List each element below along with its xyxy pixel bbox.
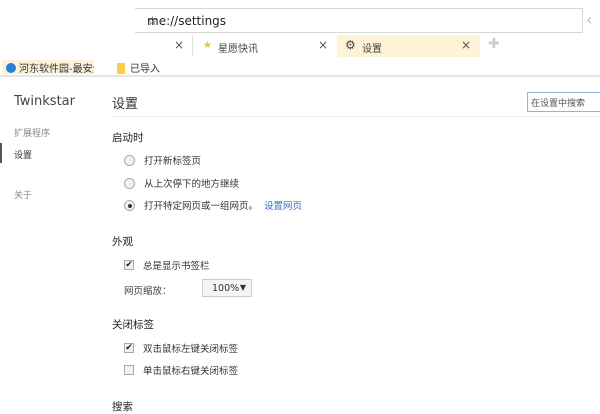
radio-button[interactable]: [124, 199, 135, 211]
gear-icon: ⚙: [345, 38, 356, 52]
option-label: 打开新标签页: [144, 156, 202, 167]
option-label: 从上次停下的地方继续: [144, 179, 240, 190]
page-title: 设置: [112, 97, 139, 112]
close-icon[interactable]: ×: [461, 38, 471, 52]
radio-button[interactable]: [124, 154, 135, 166]
tab-label: 星愿快讯: [218, 44, 258, 55]
settings-search-input[interactable]: 在设置中搜索: [527, 92, 600, 112]
star-icon: ★: [203, 40, 212, 51]
checkbox-double-click-close[interactable]: ✔ 双击鼠标左键关闭标签: [124, 341, 238, 355]
section-startup: 启动时: [112, 132, 144, 144]
checkbox-right-click-close[interactable]: 单击鼠标右键关闭标签: [124, 363, 238, 377]
bookmark-folder[interactable]: 已导入: [117, 60, 160, 75]
tab-label: 设置: [362, 44, 382, 55]
sidebar-item-settings[interactable]: 设置: [14, 148, 32, 161]
bookmark-bar: 河东软件园-最安全的 已导入: [0, 57, 600, 77]
sidebar-selected-indicator: [0, 143, 2, 163]
sidebar-item-extensions[interactable]: 扩展程序: [14, 126, 50, 139]
folder-icon: [117, 63, 125, 74]
radio-new-tab[interactable]: 打开新标签页: [124, 153, 201, 167]
close-icon[interactable]: ×: [318, 38, 328, 52]
brand-title: Twinkstar: [14, 94, 75, 109]
set-pages-link[interactable]: 设置网页: [264, 198, 302, 212]
dropdown-arrow-icon: ▼: [239, 283, 246, 292]
new-tab-plus-icon[interactable]: ✚: [488, 36, 500, 52]
checkbox-show-bookmarks[interactable]: ✔ 总是显示书签栏: [124, 258, 210, 272]
back-arrow-icon[interactable]: ‹: [586, 10, 592, 29]
checkbox[interactable]: ✔: [124, 260, 134, 270]
tab-1[interactable]: ×: [0, 35, 190, 57]
bookmark-star-icon[interactable]: ☆: [147, 14, 576, 28]
option-label: 总是显示书签栏: [143, 261, 210, 272]
tab-strip: × ★ 星愿快讯 × ⚙ 设置 ×: [0, 35, 600, 57]
checkbox[interactable]: [124, 365, 134, 375]
site-logo-icon: [6, 63, 16, 73]
option-label: 打开特定网页或一组网页。: [144, 201, 259, 212]
option-label: 双击鼠标左键关闭标签: [143, 344, 239, 355]
section-close-tab: 关闭标签: [112, 319, 154, 331]
tab-news[interactable]: ★ 星愿快讯 ×: [192, 35, 335, 57]
bookmark-label: 河东软件园-最安全的: [19, 64, 94, 74]
section-appearance: 外观: [112, 236, 133, 248]
radio-specific-pages[interactable]: 打开特定网页或一组网页。 设置网页: [124, 198, 302, 212]
divider: [112, 116, 600, 117]
close-icon[interactable]: ×: [174, 38, 184, 52]
tab-settings[interactable]: ⚙ 设置 ×: [337, 35, 480, 57]
radio-button[interactable]: [124, 177, 135, 189]
address-bar[interactable]: me://settings ☆: [135, 8, 583, 33]
zoom-value: 100%: [212, 283, 240, 294]
bookmark-item[interactable]: 河东软件园-最安全的: [2, 60, 94, 74]
checkbox[interactable]: ✔: [124, 343, 134, 353]
zoom-select[interactable]: 100% ▼: [202, 279, 252, 297]
bookmark-label: 已导入: [130, 64, 160, 75]
zoom-label: 网页缩放：: [124, 286, 172, 297]
option-label: 单击鼠标右键关闭标签: [143, 366, 239, 377]
sidebar-item-about[interactable]: 关于: [14, 188, 32, 201]
radio-continue[interactable]: 从上次停下的地方继续: [124, 176, 239, 190]
